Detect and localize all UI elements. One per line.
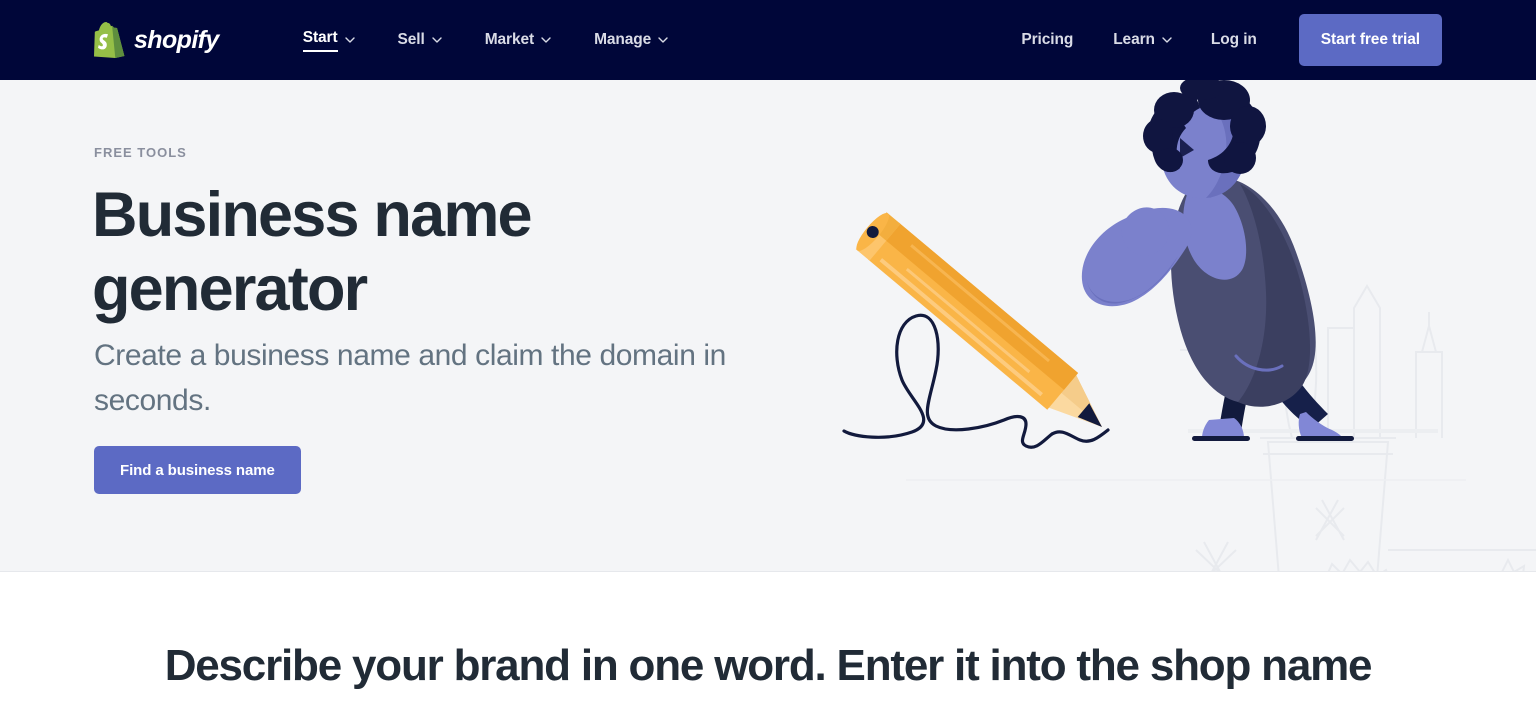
shopify-logo[interactable]: shopify <box>94 22 219 58</box>
hero-subtitle: Create a business name and claim the dom… <box>94 339 726 417</box>
nav-item-learn-label: Learn <box>1113 31 1155 48</box>
nav-item-pricing-label: Pricing <box>1021 31 1074 48</box>
nav-item-sell[interactable]: Sell <box>376 0 463 80</box>
nav-item-sell-label: Sell <box>397 31 425 48</box>
nav-left-group: shopify Start Sell Market Manage <box>94 0 689 80</box>
nav-item-start[interactable]: Start <box>281 0 376 80</box>
chevron-down-icon <box>541 35 551 44</box>
chevron-down-icon <box>658 35 668 44</box>
hero-section: FREE TOOLS Business name generator Creat… <box>0 80 1536 572</box>
shopify-bag-icon <box>94 22 125 58</box>
person-drawing-with-giant-pencil-illustration <box>836 80 1536 571</box>
hero-content: FREE TOOLS Business name generator Creat… <box>0 80 1536 571</box>
nav-item-log-in[interactable]: Log in <box>1191 0 1277 80</box>
nav-item-pricing[interactable]: Pricing <box>1001 0 1093 80</box>
chevron-down-icon <box>432 35 442 44</box>
top-navigation-bar: shopify Start Sell Market Manage Pricing… <box>0 0 1536 80</box>
nav-item-log-in-label: Log in <box>1210 31 1257 48</box>
primary-nav-links: Start Sell Market Manage <box>281 0 689 80</box>
shopify-wordmark: shopify <box>134 25 219 54</box>
nav-item-manage-label: Manage <box>594 31 652 48</box>
find-a-business-name-button[interactable]: Find a business name <box>94 446 301 494</box>
nav-item-learn[interactable]: Learn <box>1093 0 1191 80</box>
hero-eyebrow-label: FREE TOOLS <box>94 145 187 160</box>
page-title: Business name generator <box>92 180 533 324</box>
chevron-down-icon <box>344 35 355 44</box>
chevron-down-icon <box>1162 35 1172 44</box>
nav-item-manage[interactable]: Manage <box>572 0 689 80</box>
describe-brand-section: Describe your brand in one word. Enter i… <box>0 572 1536 720</box>
nav-item-market-label: Market <box>484 31 535 48</box>
nav-item-start-label: Start <box>302 29 338 52</box>
start-free-trial-button[interactable]: Start free trial <box>1298 14 1442 66</box>
nav-item-market[interactable]: Market <box>463 0 572 80</box>
nav-right-group: Pricing Learn Log in Start free trial <box>1001 0 1442 80</box>
section-heading: Describe your brand in one word. Enter i… <box>164 641 1373 690</box>
